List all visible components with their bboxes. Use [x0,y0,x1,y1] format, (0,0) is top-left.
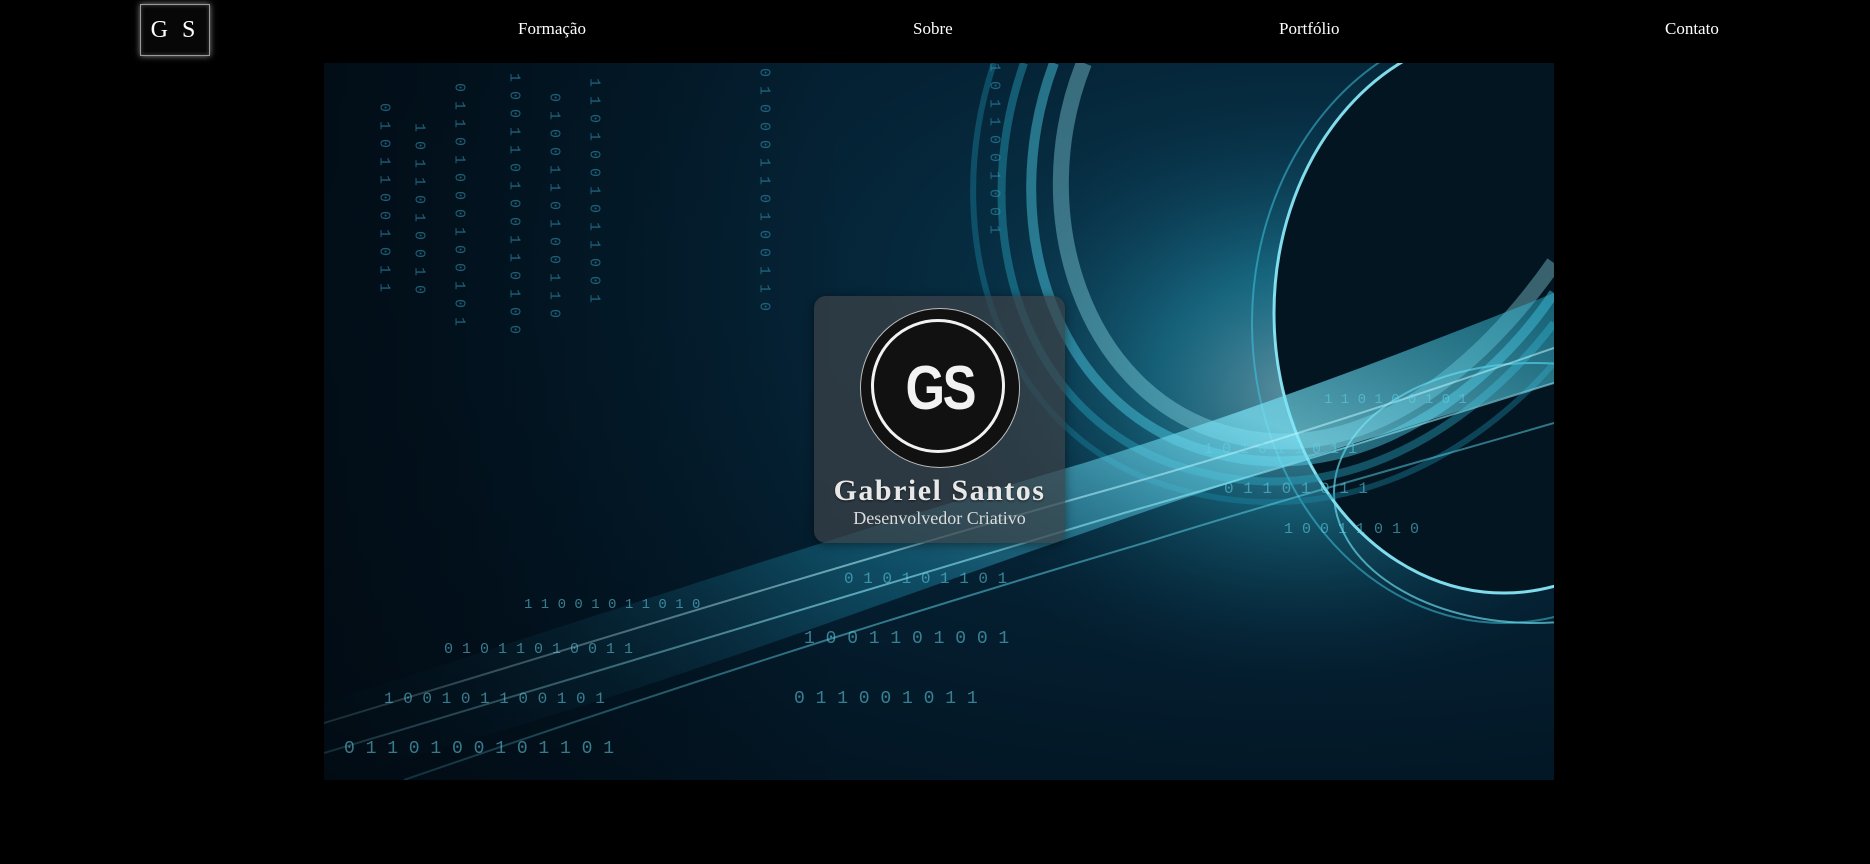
svg-text:1 0 1 1 0 0 1 0 0 1: 1 0 1 1 0 0 1 0 0 1 [986,63,1003,234]
svg-text:1 0 0 1 1 0 1 0 0 1 1 0 1 0 0: 1 0 0 1 1 0 1 0 0 1 1 0 1 0 0 [506,73,523,334]
avatar-monogram: GS [905,353,976,423]
nav-link-portfolio[interactable]: Portfólio [1279,19,1339,39]
svg-text:0 1 0 1 0 1 1 0 1: 0 1 0 1 0 1 1 0 1 [844,570,1007,588]
svg-text:0 1 1 0 1 0 0 1 0 1 1 0 1: 0 1 1 0 1 0 0 1 0 1 1 0 1 [344,739,614,759]
svg-text:0 1 0 1 1 0 0 1 0 1 1: 0 1 0 1 1 0 0 1 0 1 1 [376,103,393,292]
nav-link-formacao[interactable]: Formação [518,19,586,39]
nav-link-contato[interactable]: Contato [1665,19,1719,39]
svg-text:1 0 0 1 1 0 1 0 0 1: 1 0 0 1 1 0 1 0 0 1 [804,629,1009,649]
svg-text:1 1 0 1 0 0 1 0 1 1 0 0 1: 1 1 0 1 0 0 1 0 1 1 0 0 1 [586,78,603,303]
svg-text:1 0 1 0 1 1 0 1 1: 1 0 1 0 1 1 0 1 1 [1204,441,1357,458]
svg-text:0 1 0 1 1 0 1 0 0 1 1: 0 1 0 1 1 0 1 0 0 1 1 [444,641,633,658]
nav-link-sobre[interactable]: Sobre [913,19,953,39]
profile-name: Gabriel Santos [833,474,1046,507]
svg-text:1 0 0 1 0 1 1 0 0 1 0 1: 1 0 0 1 0 1 1 0 0 1 0 1 [384,690,605,708]
svg-text:0 1 1 0 0 1 0 1 1: 0 1 1 0 0 1 0 1 1 [794,689,978,709]
svg-text:0 1 1 0 1 0 0 0 1 0 0 1 0 1: 0 1 1 0 1 0 0 0 1 0 0 1 0 1 [451,83,468,326]
site-logo[interactable]: G S [140,4,210,56]
svg-text:1 0 0 1 1 0 1 0: 1 0 0 1 1 0 1 0 [1284,521,1419,538]
svg-text:0 1 0 0 0 1 1 0 1 0 0 1 1 0: 0 1 0 0 0 1 1 0 1 0 0 1 1 0 [756,68,773,311]
svg-text:0 1 1 0 1 0 1 1: 0 1 1 0 1 0 1 1 [1224,480,1368,498]
profile-card: GS Gabriel Santos Desenvolvedor Criativo [814,296,1065,543]
svg-text:0 1 0 0 1 1 0 1 0 0 1 1 0: 0 1 0 0 1 1 0 1 0 0 1 1 0 [546,93,563,318]
top-navigation-bar: G S Formação Sobre Portfólio Contato [0,0,1870,60]
svg-text:1 1 0 1 0 0 1 0 1: 1 1 0 1 0 0 1 0 1 [1324,392,1467,408]
svg-text:1 0 1 1 0 1 0 0 1 0: 1 0 1 1 0 1 0 0 1 0 [411,123,428,294]
avatar: GS [859,308,1020,468]
profile-role: Desenvolvedor Criativo [853,508,1026,528]
svg-text:1 1 0 0 1 0 1 1 0 1 0: 1 1 0 0 1 0 1 1 0 1 0 [524,597,700,613]
